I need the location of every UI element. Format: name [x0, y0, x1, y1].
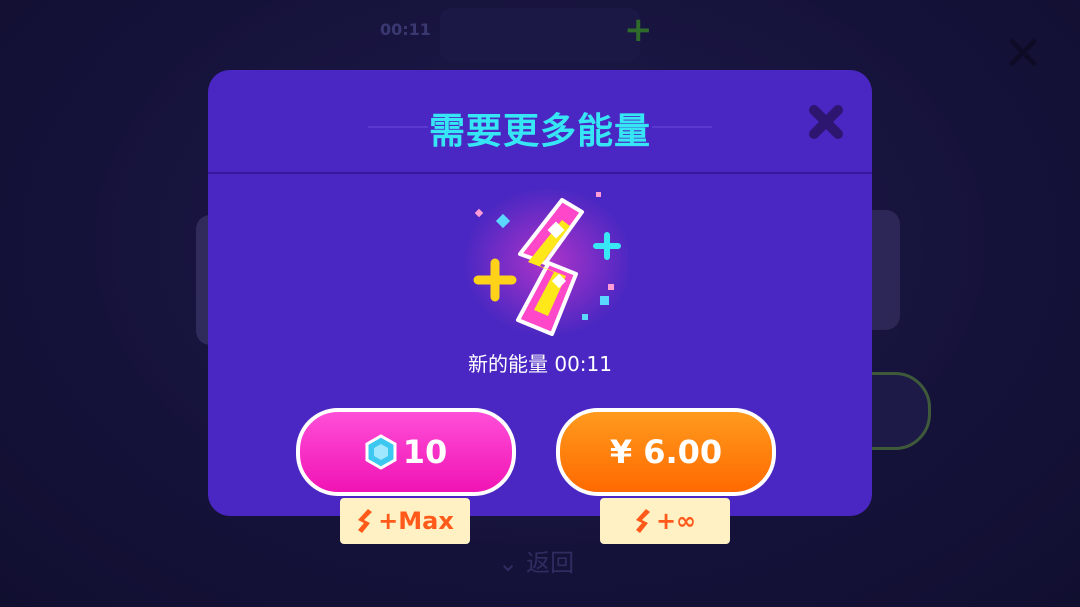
- refill-max-label: +Max: [378, 507, 454, 535]
- energy-refill-timer: 新的能量 00:11: [468, 352, 612, 376]
- close-icon-background: ✕: [1003, 26, 1044, 82]
- back-label: 返回: [526, 549, 575, 577]
- energy-bolt-icon: [463, 187, 628, 337]
- dialog-title: 需要更多能量: [428, 111, 651, 152]
- need-more-energy-dialog: 需要更多能量 新的能量 00:11 10 ¥ 6.00 +Max +∞: [208, 70, 872, 544]
- gem-cost: 10: [402, 433, 448, 471]
- add-energy-icon-background: +: [624, 10, 653, 50]
- energy-timer-background: 00:11: [380, 20, 431, 39]
- gem-icon: [365, 434, 397, 470]
- refill-max-tag: +Max: [340, 498, 470, 544]
- bolt-icon: [358, 509, 373, 533]
- price-label: ¥ 6.00: [609, 433, 723, 471]
- unlimited-energy-label: +∞: [655, 507, 697, 535]
- close-button[interactable]: [804, 100, 848, 144]
- close-icon: [809, 105, 843, 139]
- chevron-down-icon: ⌄: [498, 549, 519, 577]
- header-divider: [208, 172, 872, 174]
- bolt-icon: [635, 509, 650, 533]
- unlimited-energy-tag: +∞: [600, 498, 730, 544]
- back-button[interactable]: ⌄ 返回: [498, 543, 574, 578]
- buy-with-money-button[interactable]: ¥ 6.00: [556, 408, 776, 496]
- energy-bar-background: [440, 8, 640, 62]
- buy-with-gems-button[interactable]: 10: [296, 408, 516, 496]
